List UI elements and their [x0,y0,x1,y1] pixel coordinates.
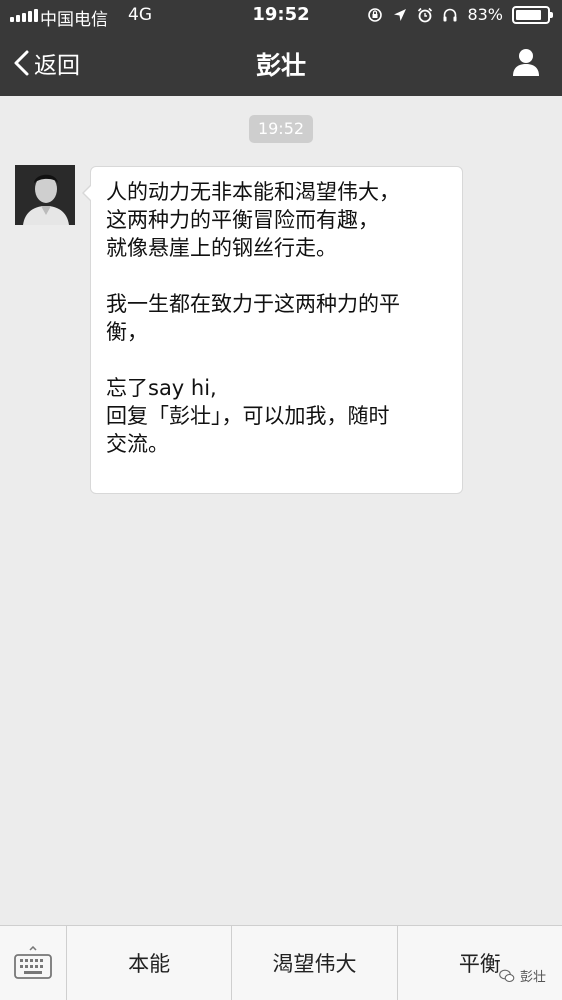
location-icon [394,8,407,21]
menu-item-kewang-weida[interactable]: 渴望伟大 [232,926,398,1000]
top-bar: 中国电信 4G 19:52 83% 返回 彭壮 [0,0,562,96]
message-spacer [106,346,450,374]
rotation-lock-icon [368,7,383,22]
avatar[interactable] [15,165,75,225]
keyboard-toggle-button[interactable] [0,926,67,1000]
headphones-icon [443,8,457,21]
message-line: 回复「彭壮」，可以加我，随时 [106,404,390,428]
watermark: 彭壮 [499,966,546,985]
message-line: 交流。 [106,432,169,456]
message-spacer [106,262,450,290]
message-line: 这两种力的平衡冒险而有趣， [106,208,379,232]
battery-icon [512,5,553,24]
menu-item-pingheng[interactable]: 平衡 [398,926,562,1000]
message-line: 人的动力无非本能和渴望伟大， [106,180,400,204]
status-icons: 83% [367,5,553,24]
profile-icon[interactable] [510,46,542,78]
navigation-bar: 返回 彭壮 [0,32,562,96]
wechat-logo-icon [499,969,515,982]
message-line: 忘了say hi, [106,376,217,400]
keyboard-icon [14,946,52,979]
message-line: 衡， [106,320,148,344]
message-line: 就像悬崖上的钢丝行走。 [106,236,337,260]
menu-item-benneng[interactable]: 本能 [67,926,233,1000]
message-timestamp: 19:52 [249,115,313,143]
message-line: 我一生都在致力于这两种力的平 [106,292,400,316]
status-bar: 中国电信 4G 19:52 83% [0,0,562,32]
watermark-text: 彭壮 [519,970,546,985]
alarm-icon [418,7,433,22]
battery-percentage: 83% [467,5,503,24]
avatar-portrait-icon [15,165,75,225]
message-bubble[interactable]: 人的动力无非本能和渴望伟大， 这两种力的平衡冒险而有趣， 就像悬崖上的钢丝行走。… [82,166,463,494]
page-title: 彭壮 [255,51,306,80]
bottom-menu: 本能 渴望伟大 平衡 [0,925,562,1000]
